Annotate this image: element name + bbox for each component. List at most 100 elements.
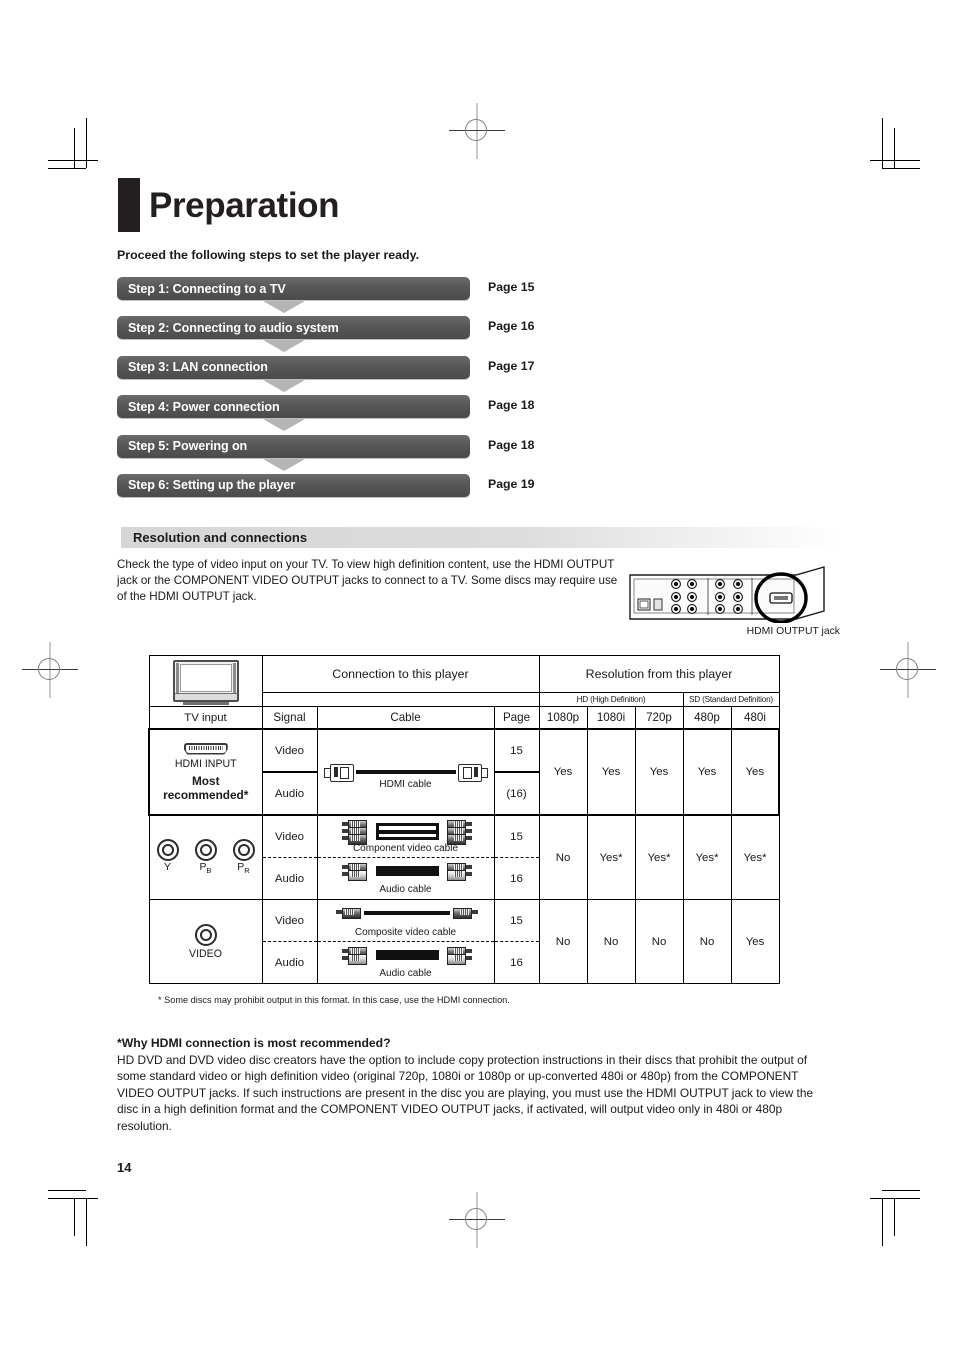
tv-icon bbox=[172, 660, 239, 705]
registration-mark-top bbox=[449, 103, 505, 159]
rca-plug-icon bbox=[442, 833, 472, 845]
component-audio-cable-cell: Audio cable bbox=[316, 857, 495, 900]
section-header: Resolution and connections bbox=[117, 527, 841, 548]
hdmi-plug-right-icon bbox=[454, 764, 488, 782]
composite-jack-icon bbox=[150, 923, 262, 946]
rca-plug-icon bbox=[442, 869, 472, 881]
resolution-group-header: Resolution from this player bbox=[538, 655, 780, 693]
step-label-6: Step 6: Setting up the player bbox=[128, 478, 296, 493]
hdmi-result-1080p: Yes bbox=[538, 728, 588, 816]
audio-cable-illustration: Audio cable bbox=[318, 862, 494, 896]
composite-result-720p: No bbox=[634, 899, 684, 984]
jack-video bbox=[194, 923, 217, 946]
flow-arrow-icon bbox=[263, 419, 305, 432]
section-paragraph: Check the type of video input on your TV… bbox=[117, 558, 618, 604]
step-row: Step 4: Power connection Page 18 bbox=[117, 395, 847, 434]
title-text: Preparation bbox=[149, 185, 340, 225]
hdmi-most-recommended: Most recommended* bbox=[163, 773, 249, 802]
jack-label-pr: PR bbox=[237, 862, 250, 876]
why-hdmi-body: HD DVD and DVD video disc creators have … bbox=[117, 1053, 814, 1133]
component-input-cell: Y PB PR bbox=[148, 814, 263, 900]
hdmi-cable-cell: HDMI cable bbox=[316, 728, 495, 816]
flow-arrow-icon bbox=[263, 301, 305, 313]
step-label-3: Step 3: LAN connection bbox=[128, 360, 268, 375]
hdmi-port-icon bbox=[183, 742, 228, 755]
component-page-audio: 16 bbox=[493, 857, 540, 900]
step-box-3[interactable]: Step 3: LAN connection bbox=[117, 355, 470, 379]
composite-audio-cable-cell: Audio cable bbox=[316, 941, 495, 984]
step-box-5[interactable]: Step 5: Powering on bbox=[117, 434, 470, 458]
step-page-ref-3: Page 17 bbox=[488, 358, 535, 373]
res-header-480p: 480p bbox=[682, 706, 732, 730]
rca-plug-icon bbox=[335, 907, 366, 919]
component-result-480i: Yes* bbox=[730, 814, 780, 900]
component-result-1080p: No bbox=[538, 814, 588, 900]
tv-input-header bbox=[148, 655, 263, 707]
signal-column-header: Signal bbox=[261, 706, 318, 730]
crop-mark-bottom-left bbox=[48, 1190, 112, 1246]
component-video-cable-cell: Component video cable bbox=[316, 814, 495, 858]
registration-mark-left bbox=[22, 642, 78, 698]
rear-panel-caption: HDMI OUTPUT jack bbox=[746, 626, 840, 637]
step-row: Step 5: Powering on Page 18 bbox=[117, 434, 847, 474]
step-box-1[interactable]: Step 1: Connecting to a TV bbox=[117, 277, 470, 300]
step-page-ref-5: Page 18 bbox=[488, 437, 535, 452]
step-row: Step 2: Connecting to audio system Page … bbox=[117, 316, 847, 355]
res-header-1080p: 1080p bbox=[538, 706, 588, 730]
step-page-ref-1: Page 15 bbox=[488, 280, 535, 294]
crop-mark-bottom-right bbox=[858, 1190, 922, 1246]
jack-y: Y bbox=[156, 839, 179, 875]
connection-group-header: Connection to this player bbox=[261, 655, 540, 693]
composite-result-1080i: No bbox=[586, 899, 636, 984]
composite-video-cable-illustration: Composite video cable bbox=[318, 903, 494, 939]
hd-group-header: HD (High Definition) bbox=[538, 692, 684, 707]
component-video-cable-illustration: Component video cable bbox=[318, 819, 494, 855]
title-accent-bar bbox=[118, 178, 140, 232]
flow-arrow-icon bbox=[263, 458, 305, 471]
hdmi-result-720p: Yes bbox=[634, 728, 684, 816]
composite-result-1080p: No bbox=[538, 899, 588, 984]
step-label-5: Step 5: Powering on bbox=[128, 439, 248, 454]
res-header-480i: 480i bbox=[730, 706, 780, 730]
step-label-2: Step 2: Connecting to audio system bbox=[128, 320, 339, 335]
step-page-ref-4: Page 18 bbox=[488, 398, 535, 413]
table-row-hdmi: HDMI INPUT Most recommended* Video HDMI … bbox=[148, 728, 780, 816]
res-header-1080i: 1080i bbox=[586, 706, 636, 730]
hdmi-input-label: HDMI INPUT bbox=[174, 757, 237, 770]
composite-video-cable-label: Composite video cable bbox=[354, 926, 457, 938]
intro-text: Proceed the following steps to set the p… bbox=[117, 248, 420, 262]
component-page-video: 15 bbox=[493, 814, 540, 858]
why-hdmi-heading: *Why HDMI connection is most recommended… bbox=[117, 1036, 391, 1050]
step-label-1: Step 1: Connecting to a TV bbox=[128, 281, 286, 296]
sd-group-header: SD (Standard Definition) bbox=[682, 692, 780, 707]
composite-page-video: 15 bbox=[493, 899, 540, 942]
component-jacks-icon: Y PB PR bbox=[150, 839, 262, 876]
hdmi-signal-audio: Audio bbox=[261, 771, 318, 816]
composite-page-audio: 16 bbox=[493, 941, 540, 984]
step-box-2[interactable]: Step 2: Connecting to audio system bbox=[117, 316, 470, 340]
component-video-cable-label: Component video cable bbox=[352, 842, 459, 854]
table-row-composite: VIDEO Video Composite video cable 15 No … bbox=[148, 899, 780, 984]
step-label-4: Step 4: Power connection bbox=[128, 399, 280, 414]
step-box-4[interactable]: Step 4: Power connection bbox=[117, 395, 470, 419]
step-box-6[interactable]: Step 6: Setting up the player bbox=[117, 473, 470, 497]
resolution-connection-table: Connection to this player Resolution fro… bbox=[148, 655, 780, 984]
composite-audio-cable-label: Audio cable bbox=[379, 967, 432, 979]
step-page-ref-2: Page 16 bbox=[488, 319, 535, 334]
component-result-480p: Yes* bbox=[682, 814, 732, 900]
rca-plug-icon bbox=[341, 953, 372, 965]
component-signal-video: Video bbox=[261, 814, 318, 858]
crop-mark-top-left bbox=[48, 118, 112, 174]
audio-cable-illustration: Audio cable bbox=[318, 946, 494, 980]
hdmi-cable-label: HDMI cable bbox=[379, 779, 432, 790]
hdmi-page-video: 15 bbox=[493, 728, 540, 773]
hdmi-signal-video: Video bbox=[261, 728, 318, 773]
component-audio-cable-label: Audio cable bbox=[379, 883, 432, 895]
table-column-row: TV input Signal Cable Page 1080p 1080i 7… bbox=[148, 706, 780, 730]
step-flow: Step 1: Connecting to a TV Page 15 Step … bbox=[117, 277, 847, 513]
hdmi-input-cell: HDMI INPUT Most recommended* bbox=[148, 728, 263, 816]
component-signal-audio: Audio bbox=[261, 857, 318, 900]
page-number: 14 bbox=[117, 1160, 132, 1175]
composite-input-cell: VIDEO bbox=[148, 899, 263, 984]
table-header-row: Connection to this player Resolution fro… bbox=[148, 655, 780, 707]
